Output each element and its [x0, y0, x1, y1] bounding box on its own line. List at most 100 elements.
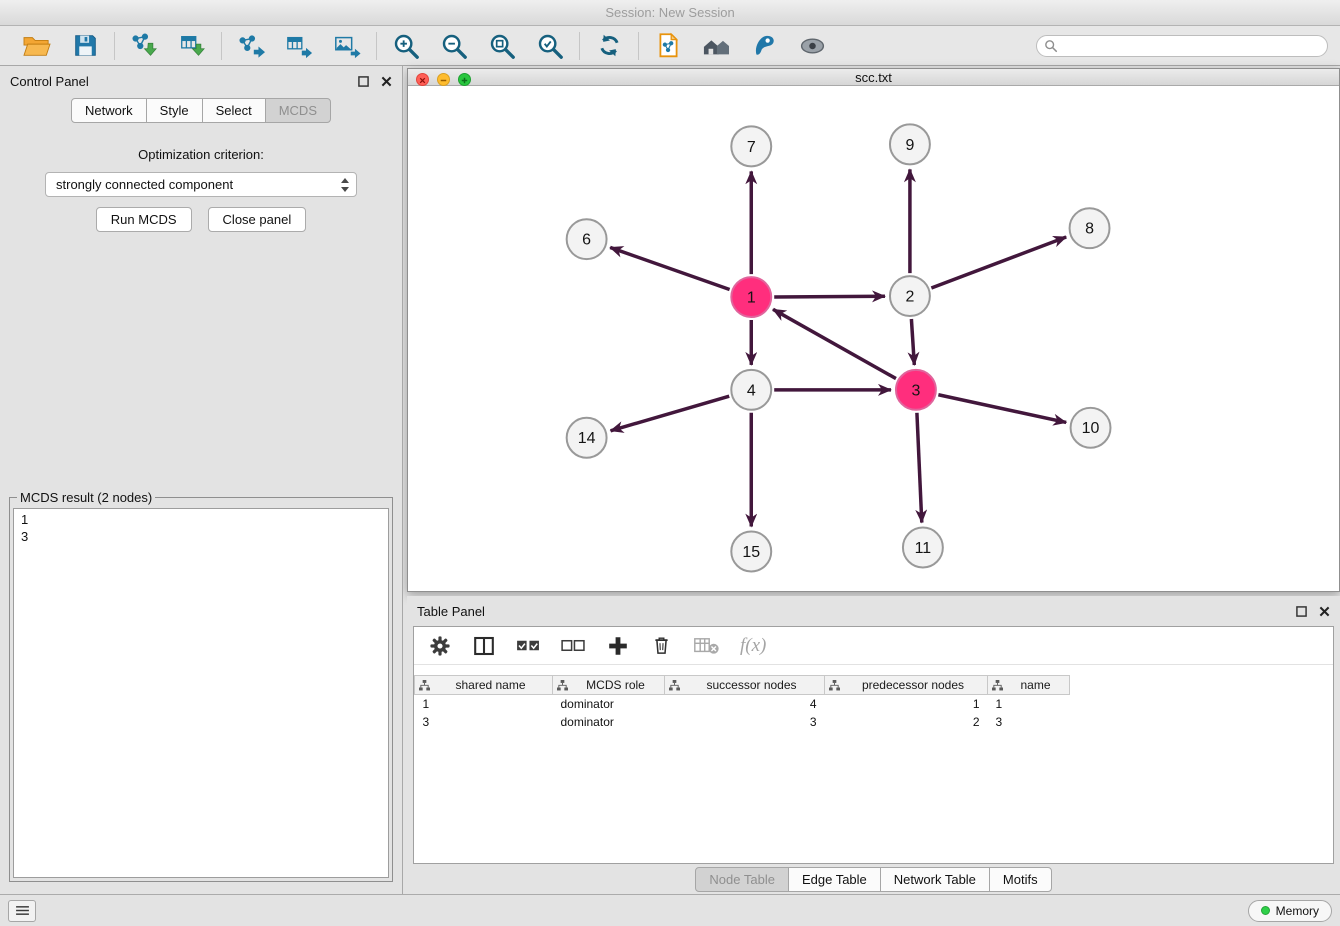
- tools-group: [639, 31, 841, 61]
- memory-label: Memory: [1276, 904, 1319, 918]
- function-builder-button[interactable]: f(x): [740, 635, 766, 657]
- criterion-dropdown[interactable]: strongly connected component: [45, 172, 357, 197]
- show-graphics-button[interactable]: [796, 31, 828, 61]
- graph-edge-1-6[interactable]: [610, 248, 729, 290]
- import-table-icon: [178, 32, 206, 60]
- table-mode-gear-button[interactable]: [428, 634, 452, 658]
- column-header-shared-name[interactable]: shared name: [415, 676, 553, 695]
- save-session-button[interactable]: [69, 31, 101, 61]
- mcds-result-list[interactable]: 13: [13, 508, 389, 878]
- node-table: shared nameMCDS rolesuccessor nodesprede…: [414, 675, 1070, 731]
- graph-edge-2-3[interactable]: [911, 319, 914, 365]
- open-folder-icon: [22, 33, 52, 59]
- run-mcds-button[interactable]: Run MCDS: [96, 207, 192, 232]
- window-minimize-button[interactable]: [437, 73, 450, 86]
- close-panel-button[interactable]: Close panel: [208, 207, 307, 232]
- table-tab-node-table[interactable]: Node Table: [695, 867, 789, 892]
- node-label: 10: [1082, 420, 1100, 437]
- graph-node-10[interactable]: 10: [1071, 408, 1111, 448]
- column-header-mcds-role[interactable]: MCDS role: [553, 676, 665, 695]
- zoom-out-button[interactable]: [438, 31, 470, 61]
- graph-edge-1-2[interactable]: [774, 296, 885, 297]
- control-panel-close-button[interactable]: [381, 76, 392, 87]
- status-bar: Memory: [0, 894, 1340, 926]
- table-tab-motifs[interactable]: Motifs: [989, 867, 1052, 892]
- graph-node-4[interactable]: 4: [731, 370, 771, 410]
- export-network-button[interactable]: [235, 31, 267, 61]
- zoom-fit-button[interactable]: [486, 31, 518, 61]
- zoom-selected-icon: [536, 32, 564, 60]
- column-header-predecessor-nodes[interactable]: predecessor nodes: [825, 676, 988, 695]
- graph-node-9[interactable]: 9: [890, 124, 930, 164]
- export-image-button[interactable]: [331, 31, 363, 61]
- delete-table-button[interactable]: [693, 635, 720, 657]
- network-analyzer-button[interactable]: [700, 31, 732, 61]
- table-row[interactable]: 3dominator323: [415, 713, 1070, 731]
- graph-node-1[interactable]: 1: [731, 277, 771, 317]
- import-network-button[interactable]: [128, 31, 160, 61]
- graph-node-11[interactable]: 11: [903, 528, 943, 568]
- control-tab-style[interactable]: Style: [146, 98, 203, 123]
- graph-edge-3-11[interactable]: [917, 413, 922, 523]
- node-label: 7: [747, 139, 756, 156]
- graph-edge-4-14[interactable]: [611, 396, 730, 431]
- graph-node-8[interactable]: 8: [1070, 208, 1110, 248]
- table-tab-edge-table[interactable]: Edge Table: [788, 867, 881, 892]
- graph-edge-3-1[interactable]: [773, 309, 896, 378]
- mcds-result-box: MCDS result (2 nodes) 13: [9, 490, 393, 882]
- eye-icon: [798, 34, 827, 58]
- deselect-all-button[interactable]: [561, 636, 586, 655]
- show-columns-button[interactable]: [472, 634, 496, 658]
- table-tab-network-table[interactable]: Network Table: [880, 867, 990, 892]
- style-brush-button[interactable]: [748, 31, 780, 61]
- graph-node-3[interactable]: 3: [896, 370, 936, 410]
- graph-node-6[interactable]: 6: [567, 219, 607, 259]
- open-session-button[interactable]: [21, 31, 53, 61]
- graph-edge-3-10[interactable]: [938, 395, 1066, 423]
- graph-node-15[interactable]: 15: [731, 532, 771, 572]
- zoom-in-button[interactable]: [390, 31, 422, 61]
- cell-predecessor_nodes: 1: [825, 695, 988, 714]
- table-panel-float-button[interactable]: [1296, 606, 1307, 617]
- column-header-name[interactable]: name: [988, 676, 1070, 695]
- table-row[interactable]: 1dominator411: [415, 695, 1070, 714]
- search-input[interactable]: [1036, 35, 1328, 57]
- export-document-button[interactable]: [652, 31, 684, 61]
- control-tab-mcds[interactable]: MCDS: [265, 98, 331, 123]
- zoom-out-icon: [440, 32, 468, 60]
- node-label: 3: [911, 382, 920, 399]
- graph-node-7[interactable]: 7: [731, 126, 771, 166]
- table-panel-body: f(x) shared nameMCDS rolesuccessor nodes…: [413, 626, 1334, 864]
- control-panel-float-button[interactable]: [358, 76, 369, 87]
- optimization-criterion-label: Optimization criterion:: [0, 147, 402, 162]
- zoom-selected-button[interactable]: [534, 31, 566, 61]
- window-zoom-button[interactable]: [458, 73, 471, 86]
- add-column-button[interactable]: [606, 634, 630, 658]
- export-table-button[interactable]: [283, 31, 315, 61]
- network-graph[interactable]: 1 2 3 4 6 7 8 9 10 11 14 15: [408, 86, 1339, 591]
- criterion-dropdown-value: strongly connected component: [56, 177, 233, 192]
- refresh-group: [580, 31, 638, 61]
- column-header-successor-nodes[interactable]: successor nodes: [665, 676, 825, 695]
- control-tab-select[interactable]: Select: [202, 98, 266, 123]
- right-column: scc.txt 1234678910111415 Table Panel: [403, 66, 1340, 894]
- window-close-button[interactable]: [416, 73, 429, 86]
- delete-column-button[interactable]: [650, 634, 673, 657]
- task-history-button[interactable]: [8, 900, 36, 922]
- table-panel-close-button[interactable]: [1319, 606, 1330, 617]
- graph-node-2[interactable]: 2: [890, 276, 930, 316]
- cell-successor_nodes: 4: [665, 695, 825, 714]
- cell-name: 3: [988, 713, 1070, 731]
- graph-node-14[interactable]: 14: [567, 418, 607, 458]
- homes-icon: [701, 33, 731, 59]
- import-table-button[interactable]: [176, 31, 208, 61]
- control-tab-network[interactable]: Network: [71, 98, 147, 123]
- network-canvas-area: 1 2 3 4 6 7 8 9 10 11 14 15: [408, 86, 1339, 591]
- graph-edge-2-8[interactable]: [931, 237, 1066, 288]
- memory-button[interactable]: Memory: [1248, 900, 1332, 922]
- cell-shared_name: 3: [415, 713, 553, 731]
- table-panel: Table Panel: [407, 596, 1340, 894]
- dropdown-stepper-icon: [340, 177, 350, 193]
- refresh-button[interactable]: [593, 31, 625, 61]
- select-all-button[interactable]: [516, 636, 541, 655]
